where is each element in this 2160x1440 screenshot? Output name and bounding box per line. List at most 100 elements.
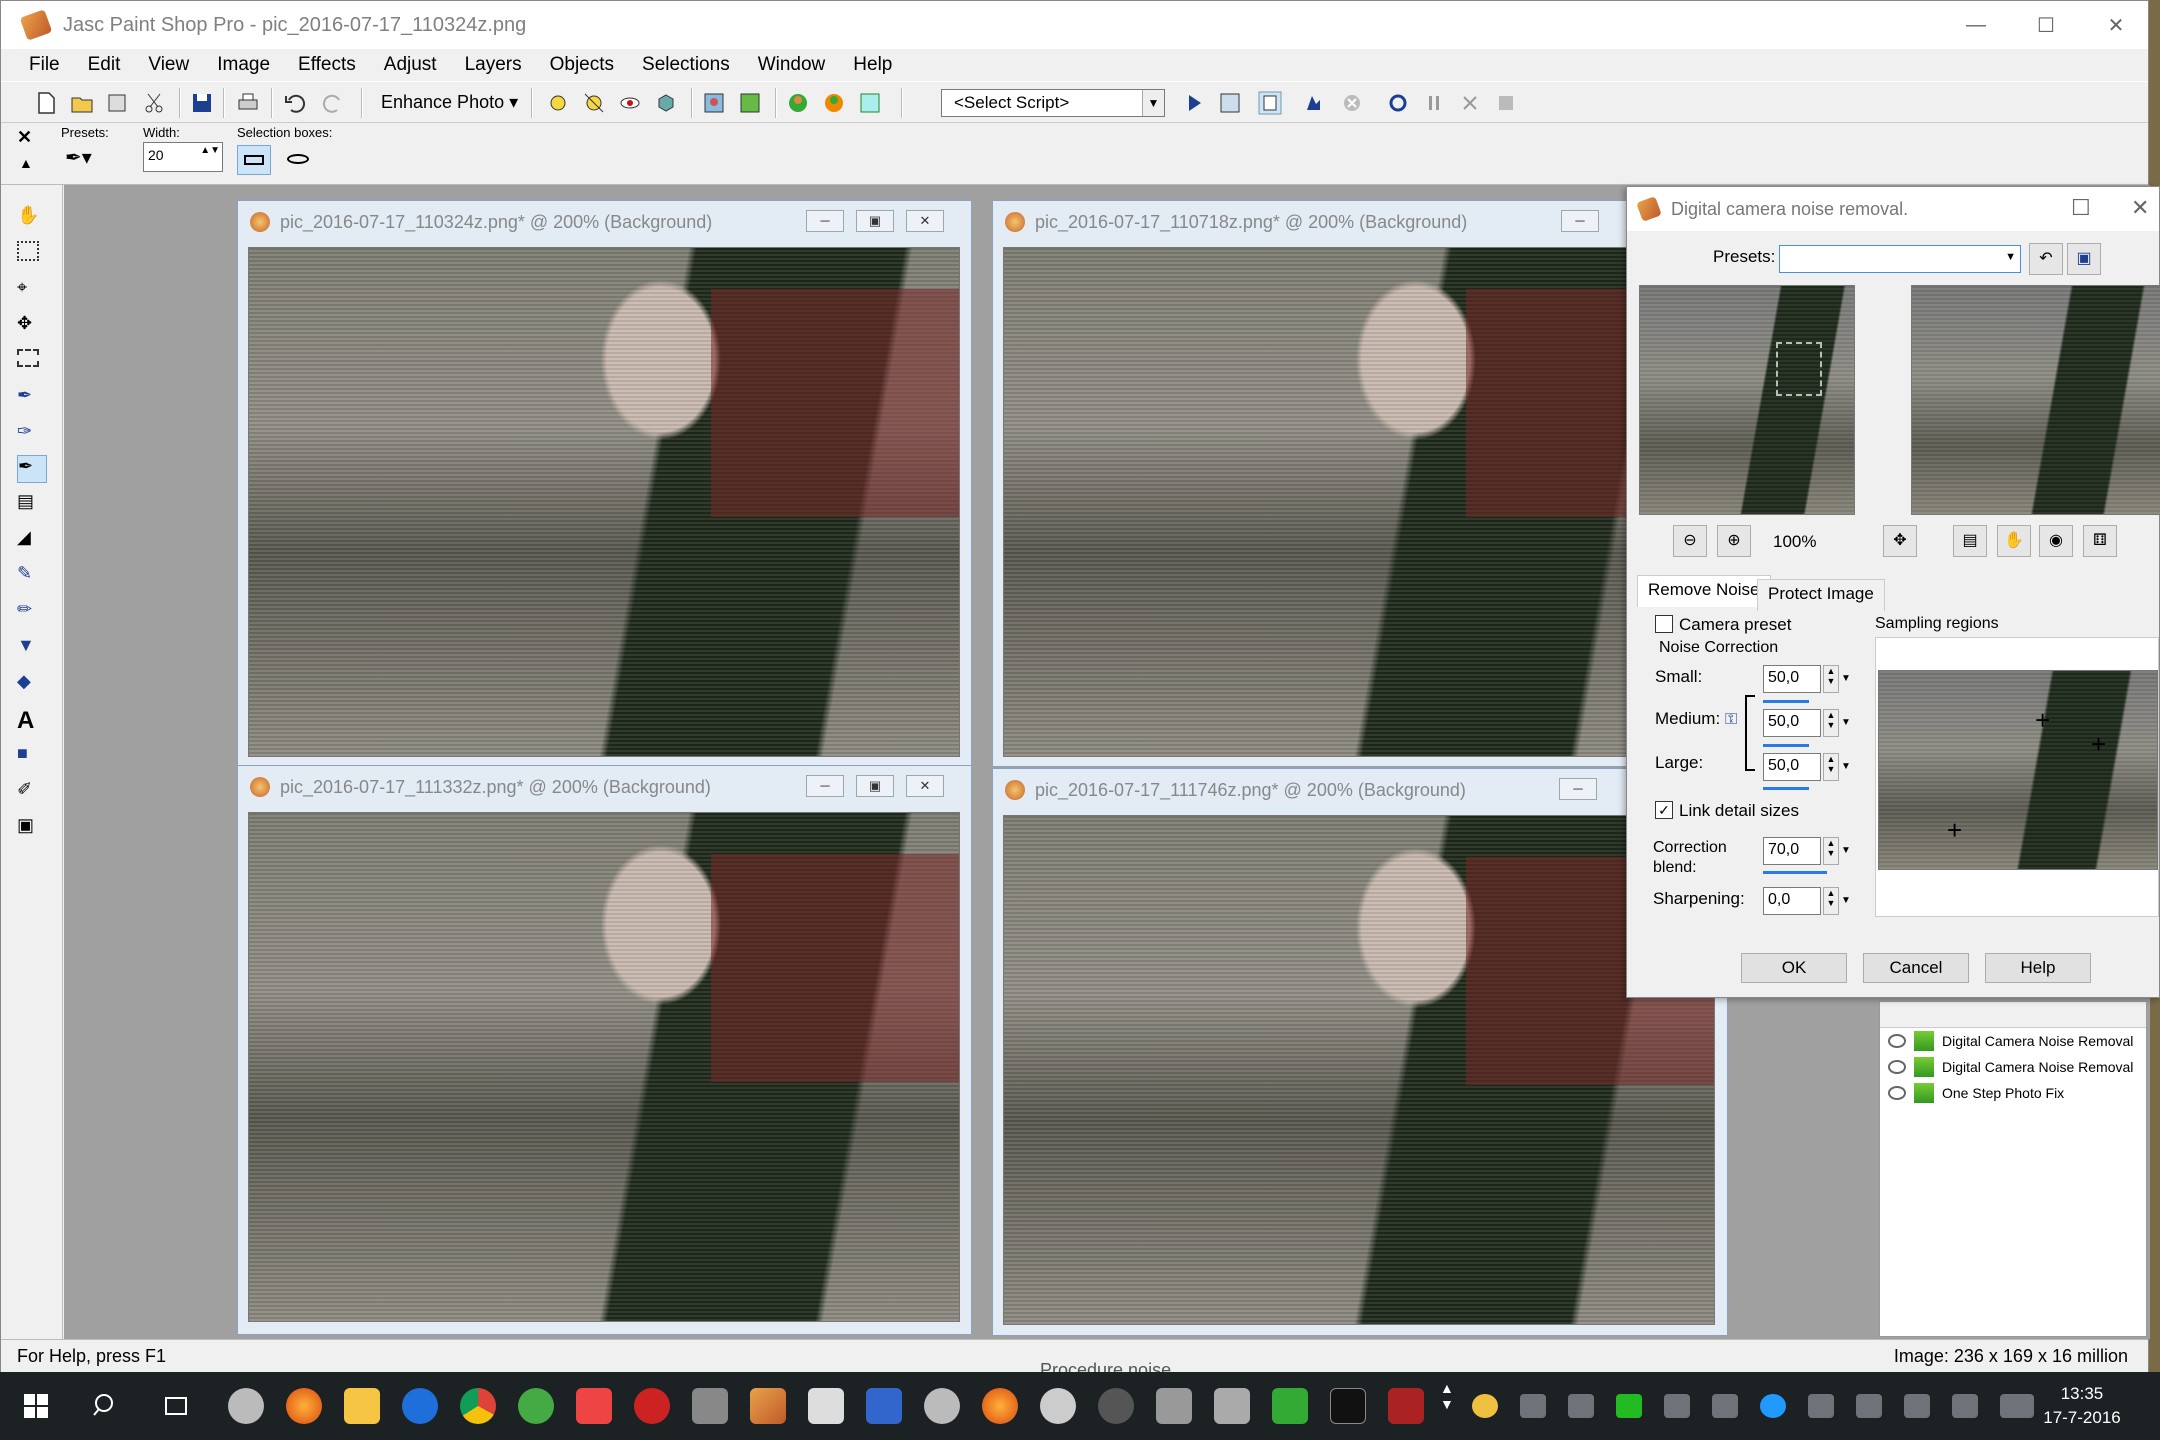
dropper-tool-icon[interactable]: ✒ <box>17 385 47 413</box>
minimize-button[interactable]: — <box>1941 1 2011 49</box>
save-preset-icon[interactable]: ▣ <box>2067 243 2101 275</box>
app-icon[interactable] <box>1098 1388 1134 1424</box>
chevron-down-icon[interactable]: ▼ <box>1841 761 1851 772</box>
menu-window[interactable]: Window <box>744 54 840 76</box>
noisy-photo[interactable] <box>1003 815 1715 1325</box>
menu-objects[interactable]: Objects <box>536 54 628 76</box>
medium-slider[interactable] <box>1763 744 1809 747</box>
noise-removal-icon[interactable] <box>581 90 607 116</box>
selection-tool-icon[interactable] <box>17 349 39 367</box>
presets-dropdown[interactable]: ▼ <box>1779 245 2021 273</box>
close-button[interactable]: ✕ <box>906 210 944 232</box>
sample-crosshair-icon[interactable]: + <box>2091 729 2106 760</box>
large-spinner[interactable]: ▲ ▼ <box>1823 753 1839 781</box>
move-tool-icon[interactable]: ✥ <box>17 313 47 341</box>
minimize-button[interactable]: ─ <box>806 775 844 797</box>
close-button[interactable]: ✕ <box>2081 1 2151 49</box>
zoom-in-icon[interactable]: ⊕ <box>1717 525 1751 557</box>
picture-tube-tool-icon[interactable]: ✏ <box>17 599 47 627</box>
sampling-preview[interactable]: + + + <box>1878 670 2158 870</box>
green-ball-icon[interactable] <box>785 90 811 116</box>
flood-fill-tool-icon[interactable]: ◆ <box>17 671 47 699</box>
tray-icon[interactable] <box>1616 1394 1642 1418</box>
script-toggle-icon[interactable] <box>1257 90 1283 116</box>
record-icon[interactable] <box>1385 90 1411 116</box>
text-tool-icon[interactable]: A <box>17 707 47 735</box>
color-replacer-tool-icon[interactable]: ✎ <box>17 563 47 591</box>
brush-preset-icon[interactable]: ✒▾ <box>65 145 105 175</box>
sample-crosshair-icon[interactable]: + <box>1947 815 1962 846</box>
noisy-photo[interactable] <box>1003 247 1715 757</box>
zoom-selection-tool-icon[interactable] <box>17 241 39 261</box>
browse-icon[interactable] <box>105 90 131 116</box>
red-eye-icon[interactable] <box>617 90 643 116</box>
restore-button[interactable]: ▣ <box>856 210 894 232</box>
chrome-icon[interactable] <box>460 1388 496 1424</box>
sharpening-input[interactable]: 0,0 <box>1763 887 1821 915</box>
chevron-down-icon[interactable]: ▼ <box>1841 845 1851 856</box>
app-icon[interactable] <box>924 1388 960 1424</box>
orange-ball-icon[interactable] <box>821 90 847 116</box>
menu-image[interactable]: Image <box>203 54 284 76</box>
overflow-chevron-icon[interactable]: ▲ ▼ <box>1440 1380 1454 1412</box>
scratch-remover-tool-icon[interactable]: ▤ <box>17 491 47 519</box>
undo-icon[interactable] <box>283 90 309 116</box>
windows-start-icon[interactable] <box>18 1388 54 1424</box>
menu-file[interactable]: File <box>15 54 74 76</box>
large-input[interactable]: 50,0 <box>1763 753 1821 781</box>
stop-x-icon[interactable] <box>1457 90 1483 116</box>
list-item[interactable]: One Step Photo Fix <box>1880 1080 2146 1106</box>
hand-icon[interactable]: ✋ <box>1997 525 2031 557</box>
tray-icon[interactable] <box>1568 1394 1594 1418</box>
document-window[interactable]: pic_2016-07-17_110324z.png* @ 200% (Back… <box>237 200 972 767</box>
paint-shop-pro-icon[interactable] <box>750 1388 786 1424</box>
app-icon[interactable] <box>1214 1388 1250 1424</box>
lock-icon[interactable]: ⚿ <box>1725 711 1737 729</box>
width-input[interactable]: 20 ▲▼ <box>143 142 223 172</box>
app-icon[interactable] <box>1388 1388 1424 1424</box>
tray-icon[interactable] <box>1472 1394 1498 1418</box>
sample-crosshair-icon[interactable]: + <box>2035 705 2050 736</box>
sstv-icon[interactable] <box>866 1388 902 1424</box>
small-spinner[interactable]: ▲ ▼ <box>1823 665 1839 693</box>
cancel-script-icon[interactable] <box>1339 90 1365 116</box>
document-window[interactable]: pic_2016-07-17_110718z.png* @ 200% (Back… <box>992 200 1728 767</box>
eye-icon[interactable] <box>1888 1034 1906 1048</box>
file-explorer-icon[interactable] <box>344 1388 380 1424</box>
system-clock[interactable]: 13:35 17-7-2016 <box>2032 1382 2132 1430</box>
object-selector-tool-icon[interactable]: ▣ <box>17 815 47 843</box>
close-options-icon[interactable]: ✕ <box>17 127 32 148</box>
keyboard-icon[interactable] <box>2000 1394 2034 1418</box>
app-icon[interactable] <box>808 1388 844 1424</box>
app-icon[interactable] <box>228 1388 264 1424</box>
noisy-photo[interactable] <box>248 812 960 1322</box>
eraser-tool-icon[interactable]: ◢ <box>17 527 47 555</box>
eye-icon[interactable] <box>1888 1060 1906 1074</box>
volume-icon[interactable] <box>1904 1394 1930 1418</box>
app-icon[interactable] <box>692 1388 728 1424</box>
pen-tool-icon[interactable]: ✐ <box>17 779 47 807</box>
print-icon[interactable] <box>235 90 261 116</box>
search-icon[interactable] <box>88 1388 124 1424</box>
new-file-icon[interactable] <box>33 90 59 116</box>
portrait-icon[interactable] <box>701 90 727 116</box>
crop-tool-icon[interactable]: ⌖ <box>17 277 47 305</box>
randomize-icon[interactable]: ⚅ <box>2083 525 2117 557</box>
minimize-button[interactable]: ─ <box>1559 778 1597 800</box>
paint-brush-tool-icon[interactable]: ✑ <box>17 421 47 449</box>
menu-edit[interactable]: Edit <box>74 54 135 76</box>
correction-blend-slider[interactable] <box>1763 871 1827 874</box>
app-icon[interactable] <box>1272 1388 1308 1424</box>
run-script-icon[interactable] <box>1181 90 1207 116</box>
large-slider[interactable] <box>1763 787 1809 790</box>
scissors-icon[interactable] <box>141 90 167 116</box>
preset-shapes-tool-icon[interactable]: ■ <box>17 743 47 771</box>
picture-frame-icon[interactable] <box>857 90 883 116</box>
open-folder-icon[interactable] <box>69 90 95 116</box>
eye-icon[interactable] <box>1888 1086 1906 1100</box>
tray-icon[interactable] <box>1520 1394 1546 1418</box>
minimize-button[interactable]: ─ <box>806 210 844 232</box>
cancel-button[interactable]: Cancel <box>1863 953 1969 983</box>
menu-effects[interactable]: Effects <box>284 54 370 76</box>
pan-preview-icon[interactable]: ✥ <box>1883 525 1917 557</box>
